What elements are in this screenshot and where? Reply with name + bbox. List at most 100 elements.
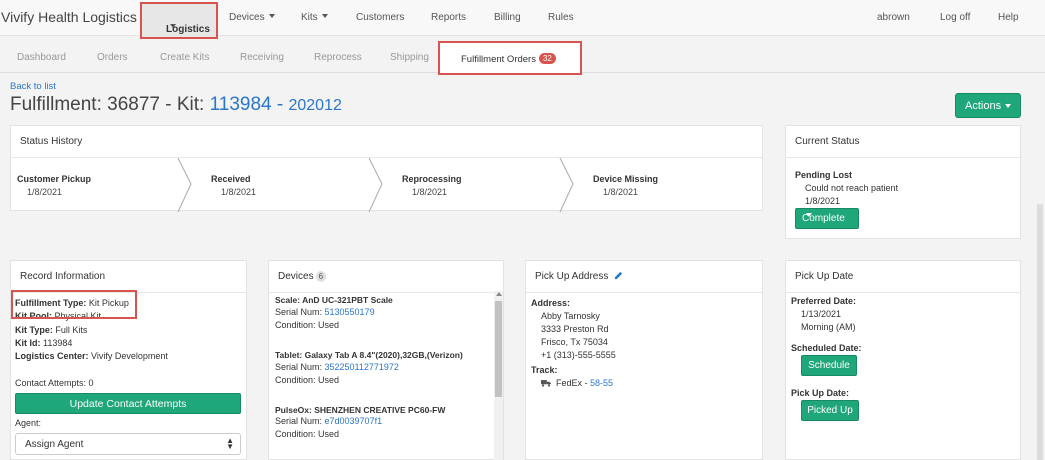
schedule-button[interactable]: Schedule: [801, 355, 857, 376]
tab-reprocess[interactable]: Reprocess: [314, 52, 362, 63]
tracking-link[interactable]: 58-55: [590, 378, 613, 388]
device-serial-row: Serial Num: 5130550179: [275, 307, 375, 317]
address-line: +1 (313)-555-5555: [541, 350, 616, 360]
assign-agent-value: Assign Agent: [25, 439, 84, 450]
device-serial-link[interactable]: 5130550179: [325, 307, 375, 317]
kit-type-row: Kit Type: Full Kits: [15, 325, 87, 335]
nav-kits[interactable]: Kits: [301, 12, 328, 23]
device-name: Scale: AnD UC-321PBT Scale: [275, 295, 393, 305]
scheduled-date-label: Scheduled Date:: [791, 343, 862, 353]
chevron-divider-1: [177, 157, 192, 212]
kit-link[interactable]: 113984: [210, 94, 272, 115]
tab-fulfillment-orders-label: Fulfillment Orders: [461, 54, 536, 65]
tab-create-kits[interactable]: Create Kits: [160, 52, 209, 63]
picked-up-label: Picked Up: [807, 405, 853, 416]
nav-help[interactable]: Help: [998, 12, 1019, 23]
chevron-down-icon: [806, 213, 812, 217]
contact-attempts: Contact Attempts: 0: [15, 378, 94, 388]
preferred-date-value: 1/13/2021: [801, 309, 842, 319]
device-name: PulseOx: SHENZHEN CREATIVE PC60-FW: [275, 405, 446, 415]
scroll-up-icon[interactable]: [496, 292, 502, 296]
agent-label: Agent:: [15, 418, 42, 428]
step-name: Reprocessing: [402, 174, 462, 184]
pickup-address-panel: Pick Up Address: [525, 260, 763, 460]
current-status-header: Current Status: [786, 126, 1020, 158]
chevron-divider-2: [368, 157, 383, 212]
title-dash: -: [271, 94, 289, 115]
device-serial-link[interactable]: e7d0039707f1: [325, 416, 383, 426]
preferred-time-value: Morning (AM): [801, 322, 856, 332]
step-date: 1/8/2021: [412, 187, 448, 197]
devices-header: Devices 6: [269, 261, 503, 293]
nav-billing[interactable]: Billing: [494, 12, 521, 23]
serial-label: Serial Num:: [275, 416, 325, 426]
device-condition: Condition: Used: [275, 320, 340, 330]
record-information-title: Record Information: [20, 271, 106, 282]
address-line: Abby Tarnosky: [541, 311, 600, 321]
track-label: Track:: [531, 365, 558, 375]
tab-fulfillment-orders[interactable]: Fulfillment Orders 32: [438, 41, 582, 75]
pickup-date-label: Pick Up Date:: [791, 388, 850, 398]
truck-icon: [541, 380, 551, 387]
picked-up-button[interactable]: Picked Up: [801, 400, 859, 421]
pickup-date-header: Pick Up Date: [786, 261, 1020, 293]
tracking-row: FedEx - 58-55: [541, 378, 613, 388]
actions-button[interactable]: Actions: [955, 93, 1021, 118]
brand-logo[interactable]: Vivify Health Logistics: [1, 9, 137, 25]
current-status-panel: Current Status Pending Lost Could not re…: [785, 125, 1021, 239]
status-history-panel: Status History Customer Pickup 1/8/2021 …: [10, 125, 763, 212]
chevron-down-icon: [170, 24, 176, 28]
devices-count-badge: 6: [315, 271, 327, 282]
current-status-value: Pending Lost: [795, 170, 852, 180]
sub-id-link[interactable]: 202012: [288, 97, 341, 114]
highlight-box: [11, 290, 137, 319]
step-date: 1/8/2021: [221, 187, 257, 197]
nav-devices[interactable]: Devices: [229, 12, 275, 23]
nav-customers[interactable]: Customers: [356, 12, 404, 23]
kit-type-value: Full Kits: [55, 325, 88, 335]
kit-id-label: Kit Id:: [15, 338, 41, 348]
current-status-title: Current Status: [795, 136, 860, 147]
tab-dashboard[interactable]: Dashboard: [17, 52, 66, 63]
back-to-list-link[interactable]: Back to list: [10, 81, 56, 92]
nav-reports[interactable]: Reports: [431, 12, 466, 23]
logistics-center-value: Vivify Development: [91, 351, 168, 361]
logistics-center-label: Logistics Center:: [15, 351, 89, 361]
step-chevrons: [177, 157, 574, 212]
serial-label: Serial Num:: [275, 307, 325, 317]
nav-kits-label: Kits: [301, 12, 318, 23]
device-serial-row: Serial Num: e7d0039707f1: [275, 416, 382, 426]
tab-orders[interactable]: Orders: [97, 52, 128, 63]
chevron-down-icon: [268, 14, 275, 18]
nav-devices-label: Devices: [229, 12, 265, 23]
address-line: Frisco, Tx 75034: [541, 337, 608, 347]
device-serial-link[interactable]: 352250112771972: [325, 362, 399, 372]
nav-user[interactable]: abrown: [877, 12, 910, 23]
nav-logoff[interactable]: Log off: [940, 12, 970, 23]
pickup-address-title: Pick Up Address: [535, 271, 609, 282]
step-name: Received: [211, 174, 251, 184]
edit-pencil-icon[interactable]: [614, 271, 623, 280]
update-contact-attempts-label: Update Contact Attempts: [69, 398, 187, 410]
kit-id-row: Kit Id: 113984: [15, 338, 72, 348]
tab-receiving[interactable]: Receiving: [240, 52, 284, 63]
serial-label: Serial Num:: [275, 362, 325, 372]
pickup-address-header: Pick Up Address: [526, 261, 762, 293]
carrier-name: FedEx -: [556, 378, 591, 388]
actions-label: Actions: [965, 100, 1002, 112]
device-condition: Condition: Used: [275, 375, 340, 385]
complete-button[interactable]: Complete: [795, 208, 859, 229]
device-serial-row: Serial Num: 352250112771972: [275, 362, 399, 372]
update-contact-attempts-button[interactable]: Update Contact Attempts: [15, 393, 241, 414]
step-name: Customer Pickup: [17, 174, 92, 184]
nav-logistics[interactable]: Logistics: [140, 2, 218, 39]
address-label: Address:: [531, 298, 571, 308]
nav-rules[interactable]: Rules: [548, 12, 574, 23]
logistics-center-row: Logistics Center: Vivify Development: [15, 351, 168, 361]
page-scrollbar[interactable]: [1037, 204, 1043, 460]
address-line: 3333 Preston Rd: [541, 324, 609, 334]
devices-scrollbar[interactable]: [494, 291, 503, 460]
assign-agent-select[interactable]: Assign Agent ▲ ▼: [15, 433, 241, 455]
scroll-thumb[interactable]: [495, 301, 502, 397]
tab-shipping[interactable]: Shipping: [390, 52, 429, 63]
